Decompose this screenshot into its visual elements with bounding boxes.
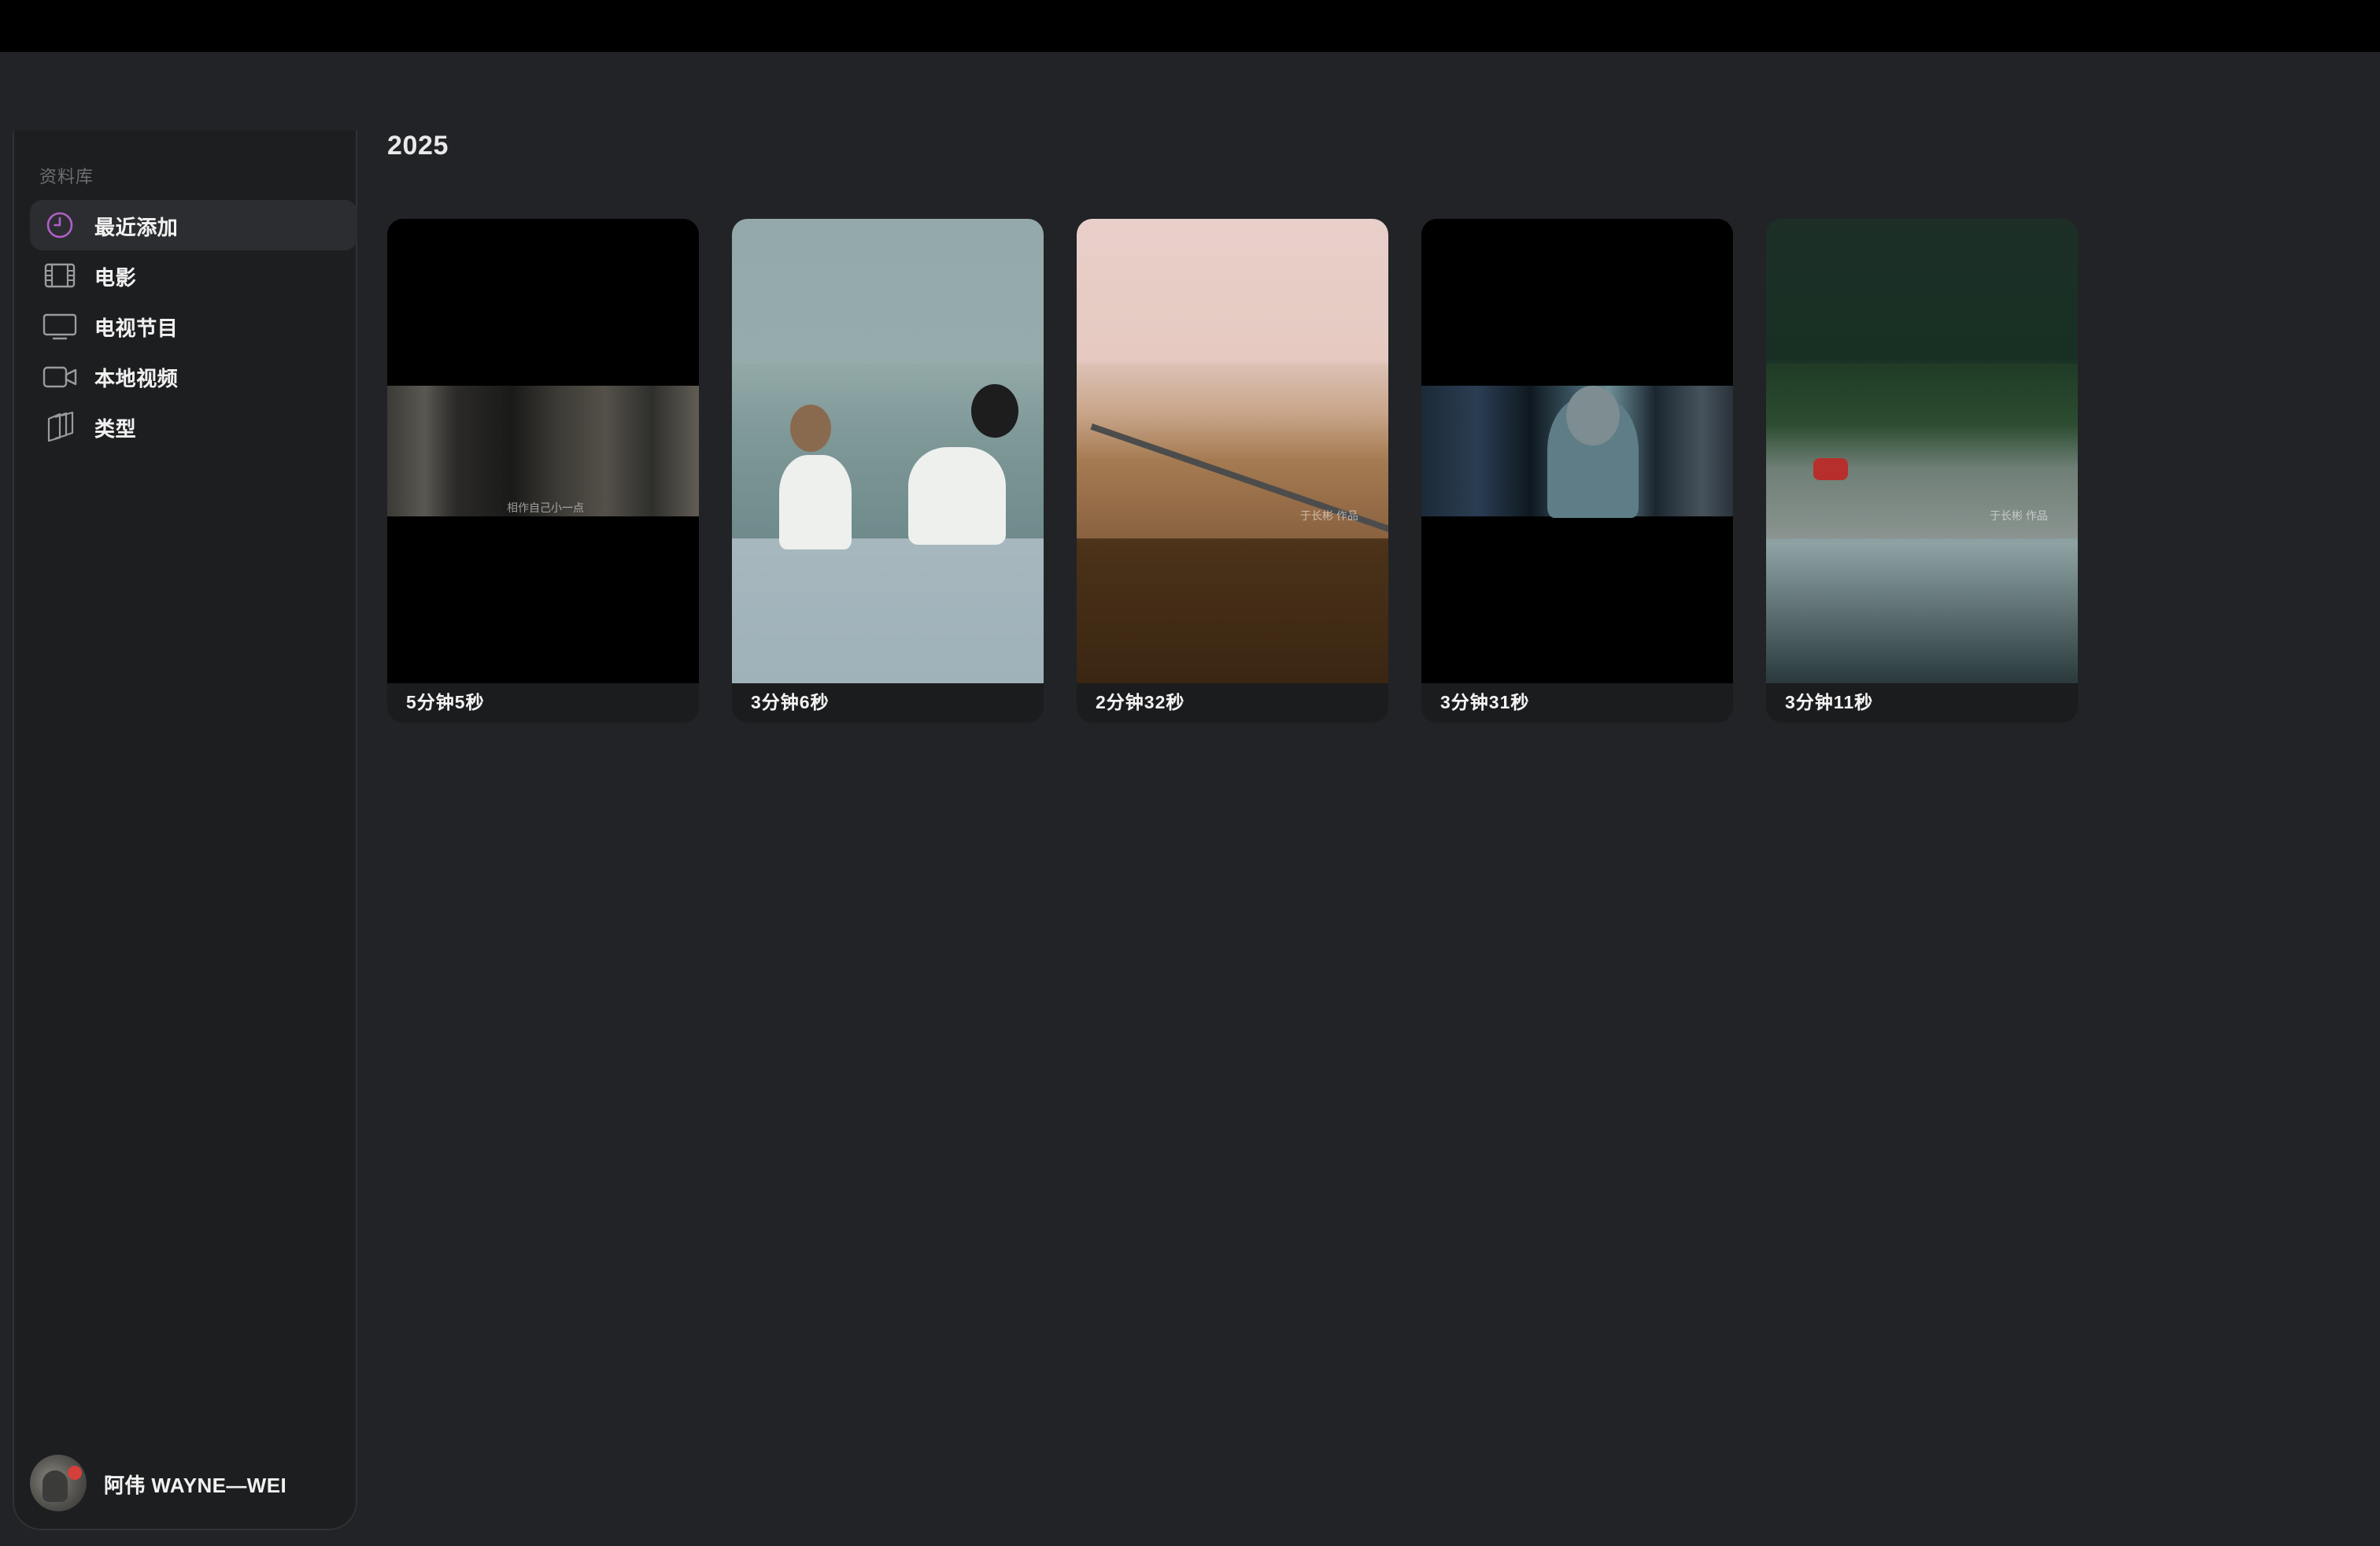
thumbnail-figure [971, 384, 1018, 438]
sidebar-item-tv-shows[interactable]: 电视节目 [30, 301, 357, 351]
video-thumbnail: 相作自己小一点 [387, 219, 699, 683]
app-window: 资料库 最近添加 电影 电视节目 本地视频 类型 阿伟 WAYNE—WEI 20… [0, 0, 2380, 1546]
thumbnail-figure [1566, 386, 1620, 446]
video-card[interactable]: 于长彬 作品 3分钟11秒 [1766, 219, 2078, 723]
video-card[interactable]: 3分钟31秒 [1421, 219, 1733, 723]
video-thumbnail [1421, 219, 1733, 683]
sidebar-item-movies[interactable]: 电影 [30, 250, 357, 301]
avatar-badge [68, 1466, 82, 1480]
video-duration: 5分钟5秒 [406, 694, 485, 713]
video-duration: 3分钟11秒 [1785, 694, 1874, 713]
sidebar-item-label: 本地视频 [94, 366, 179, 390]
menu-bar [0, 0, 2380, 52]
video-duration: 3分钟31秒 [1440, 694, 1530, 713]
sidebar-item-label: 电视节目 [94, 316, 179, 340]
sidebar-item-label: 电影 [94, 265, 137, 290]
title-bar [0, 52, 2380, 131]
user-name: 阿伟 WAYNE—WEI [104, 1473, 287, 1496]
library-content: 2025 相作自己小一点 5分钟5秒 3分钟6秒 于长彬 作品 2分钟32秒 3… [387, 131, 2380, 1546]
avatar [30, 1455, 87, 1511]
video-thumbnail: 于长彬 作品 [1077, 219, 1388, 683]
thumbnail-figure [779, 455, 852, 549]
film-icon [42, 261, 77, 290]
video-card[interactable]: 于长彬 作品 2分钟32秒 [1077, 219, 1388, 723]
video-grid: 相作自己小一点 5分钟5秒 3分钟6秒 于长彬 作品 2分钟32秒 3分钟31秒… [387, 219, 2078, 723]
avatar-figure [42, 1470, 68, 1502]
thumbnail-frame [387, 386, 699, 516]
thumbnail-watermark: 相作自己小一点 [507, 504, 584, 515]
thumbnail-figure [908, 447, 1006, 545]
genre-stack-icon [42, 412, 77, 442]
sidebar-item-label: 最近添加 [94, 215, 179, 239]
video-card[interactable]: 3分钟6秒 [732, 219, 1044, 723]
sidebar-item-genres[interactable]: 类型 [30, 402, 357, 453]
video-camera-icon [42, 363, 77, 391]
clock-icon [42, 211, 77, 239]
section-heading-year: 2025 [387, 131, 449, 161]
thumbnail-watermark: 于长彬 作品 [1990, 512, 2048, 523]
video-card[interactable]: 相作自己小一点 5分钟5秒 [387, 219, 699, 723]
thumbnail-car [1813, 458, 1848, 480]
tv-icon [42, 312, 77, 340]
video-duration: 3分钟6秒 [751, 694, 830, 713]
video-thumbnail: 于长彬 作品 [1766, 219, 2078, 683]
sidebar-nav: 最近添加 电影 电视节目 本地视频 类型 [30, 200, 357, 453]
thumbnail-watermark: 于长彬 作品 [1300, 512, 1358, 523]
sidebar-item-local-videos[interactable]: 本地视频 [30, 352, 357, 402]
sidebar-section-title: 资料库 [39, 168, 94, 187]
sidebar-item-label: 类型 [94, 416, 137, 441]
sidebar-item-recently-added[interactable]: 最近添加 [30, 200, 357, 250]
video-duration: 2分钟32秒 [1096, 694, 1185, 713]
video-thumbnail [732, 219, 1044, 683]
sidebar: 资料库 最近添加 电影 电视节目 本地视频 类型 阿伟 WAYNE—WEI [13, 131, 357, 1530]
user-profile-button[interactable]: 阿伟 WAYNE—WEI [30, 1453, 286, 1513]
thumbnail-figure [790, 405, 831, 452]
